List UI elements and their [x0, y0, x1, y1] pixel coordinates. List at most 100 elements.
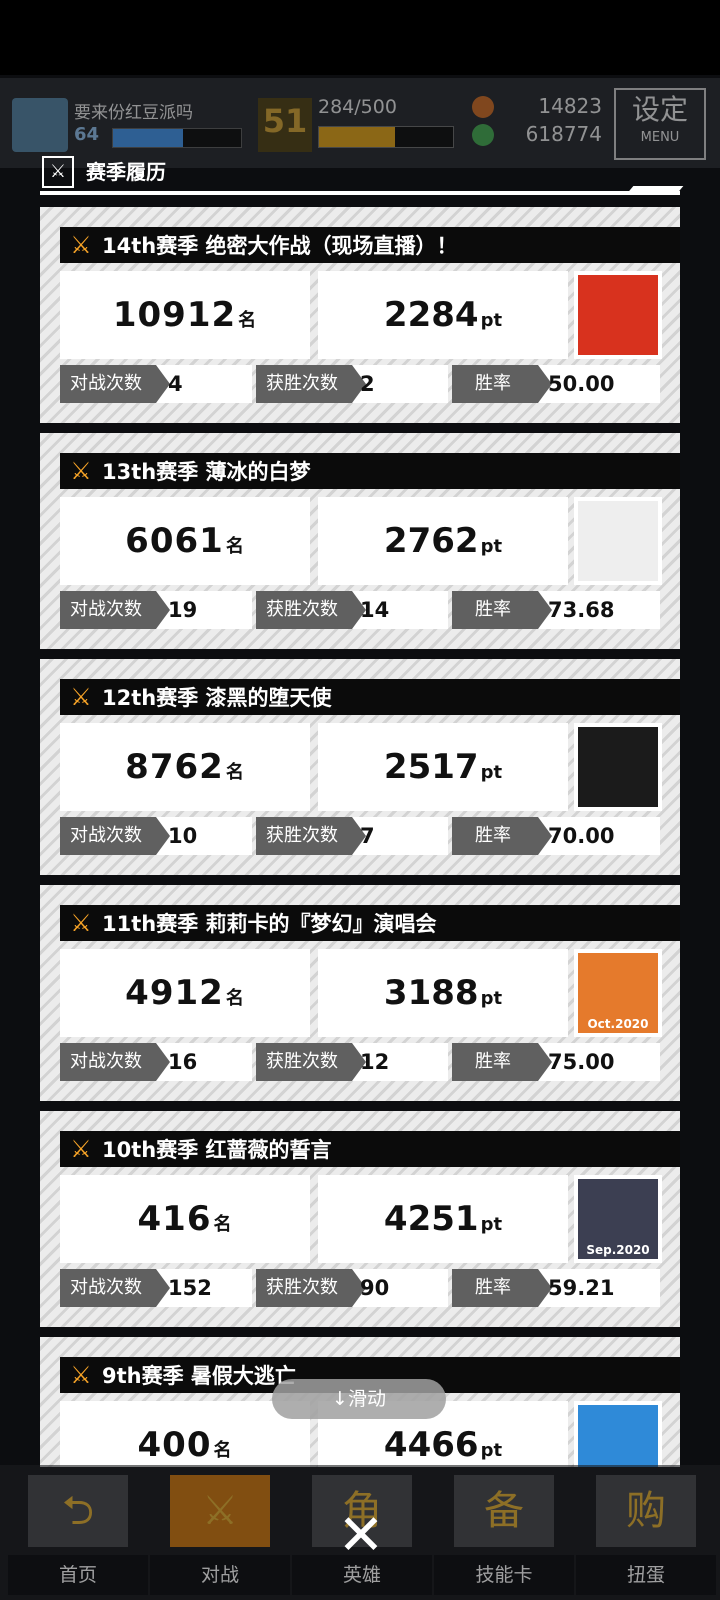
menu-button[interactable]: 设定 MENU	[614, 88, 706, 160]
wins-value: 2	[360, 372, 375, 396]
wins-stat: 获胜次数 12	[256, 1043, 448, 1081]
rank-unit: 名	[225, 988, 245, 1009]
card-icon: 备	[454, 1475, 554, 1547]
season-badge-image	[574, 497, 662, 585]
season-title: 10th赛季 红蔷薇的誓言	[102, 1138, 332, 1162]
season-banner: ⚔ 10th赛季 红蔷薇的誓言	[60, 1131, 680, 1167]
wins-stat: 获胜次数 7	[256, 817, 448, 855]
wins-label: 获胜次数	[256, 1269, 366, 1307]
nav-tab[interactable]: 备技能卡	[434, 1465, 574, 1600]
points-value: 2284	[383, 295, 479, 335]
points-unit: pt	[480, 988, 503, 1009]
nav-tab-label: 对战	[150, 1555, 290, 1595]
season-points: 3188 pt	[318, 949, 568, 1037]
win-rate-label: 胜率	[452, 1269, 552, 1307]
player-level: 64	[74, 124, 100, 145]
season-title: 14th赛季 绝密大作战（现场直播）！	[102, 234, 458, 258]
player-avatar[interactable]	[12, 98, 68, 152]
season-card[interactable]: ⚔ 10th赛季 红蔷薇的誓言 416 名 4251 pt Sep.2020 对战次数 152 获…	[40, 1111, 680, 1327]
heart-badge-icon: Oct.2020	[578, 953, 658, 1033]
rank-value: 416	[137, 1199, 212, 1239]
badge-caption: Sep.2020	[586, 1243, 650, 1257]
rank-value: 8762	[125, 747, 224, 787]
nav-tab-label: 首页	[8, 1555, 148, 1595]
rank-unit: 名	[238, 310, 258, 331]
season-card[interactable]: ⚔ 13th赛季 薄冰的白梦 6061 名 2762 pt 对战次数 19 获胜次数 14 胜率 73…	[40, 433, 680, 649]
season-title: 9th赛季 暑假大逃亡	[102, 1364, 296, 1388]
points-unit: pt	[480, 762, 503, 783]
title-divider	[40, 191, 680, 195]
title-divider-accent	[626, 186, 684, 194]
wins-label: 获胜次数	[256, 365, 366, 403]
points-unit: pt	[480, 310, 503, 331]
season-rank: 6061 名	[60, 497, 310, 585]
crossed-swords-icon: ⚔	[70, 1135, 92, 1163]
battles-value: 10	[168, 824, 198, 848]
gem-icon	[472, 124, 494, 146]
season-badge-image: Oct.2020	[574, 949, 662, 1037]
points-value: 3188	[383, 973, 479, 1013]
season-rank: 10912 名	[60, 271, 310, 359]
battles-stat: 对战次数 152	[60, 1269, 252, 1307]
season-card[interactable]: ⚔ 11th赛季 莉莉卡的『梦幻』演唱会 4912 名 3188 pt Oct.2020 对战…	[40, 885, 680, 1101]
battles-stat: 对战次数 10	[60, 817, 252, 855]
nav-tab-label: 扭蛋	[576, 1555, 716, 1595]
player-header: 要来份红豆派吗 64 51 284/500 14823 618774 设定 ME…	[0, 78, 720, 168]
win-rate-stat: 胜率 70.00	[452, 817, 660, 855]
points-value: 2762	[383, 521, 479, 561]
close-icon[interactable]: ✕	[330, 1505, 392, 1567]
win-rate-label: 胜率	[452, 365, 552, 403]
exp-counter: 284/500	[318, 96, 397, 118]
exp-progress-fill	[319, 127, 396, 147]
points-unit: pt	[480, 1440, 503, 1461]
crossed-swords-icon: ⚔	[70, 1361, 92, 1389]
wins-value: 14	[360, 598, 390, 622]
season-badge-image: Sep.2020	[574, 1175, 662, 1263]
crossed-swords-icon: ⚔	[70, 457, 92, 485]
season-history-list[interactable]: ⚔ 14th赛季 绝密大作战（现场直播）！ 10912 名 2284 pt 对战次数 4 获胜次…	[40, 207, 680, 1467]
player-name: 要来份红豆派吗	[74, 103, 193, 123]
season-title: 12th赛季 漆黑的堕天使	[102, 686, 332, 710]
points-unit: pt	[480, 536, 503, 557]
level-progress-fill	[113, 129, 184, 147]
battles-label: 对战次数	[60, 591, 170, 629]
season-badge-image	[574, 723, 662, 811]
battles-label: 对战次数	[60, 365, 170, 403]
nav-tab[interactable]: ⮌ 首页	[8, 1465, 148, 1600]
gem-count: 618774	[525, 122, 602, 146]
nav-tab[interactable]: 购扭蛋	[576, 1465, 716, 1600]
points-unit: pt	[480, 1214, 503, 1235]
season-card[interactable]: ⚔ 14th赛季 绝密大作战（现场直播）！ 10912 名 2284 pt 对战次数 4 获胜次…	[40, 207, 680, 423]
nav-tab[interactable]: ⚔ 对战	[150, 1465, 290, 1600]
badge-caption: Oct.2020	[587, 1017, 649, 1031]
season-title: 13th赛季 薄冰的白梦	[102, 460, 311, 484]
sunglasses-badge-icon	[578, 1405, 658, 1467]
win-rate-value: 73.68	[548, 598, 615, 622]
win-rate-value: 50.00	[548, 372, 615, 396]
wins-value: 90	[360, 1276, 390, 1300]
season-banner: ⚔ 13th赛季 薄冰的白梦	[60, 453, 680, 489]
battles-value: 152	[168, 1276, 212, 1300]
red-hair-character-icon	[578, 275, 658, 355]
rank-unit: 名	[225, 762, 245, 783]
crossed-swords-icon: ⚔	[70, 231, 92, 259]
season-badge-image	[574, 1401, 662, 1467]
season-points: 4251 pt	[318, 1175, 568, 1263]
nav-tab-label: 技能卡	[434, 1555, 574, 1595]
battles-value: 16	[168, 1050, 198, 1074]
battles-stat: 对战次数 16	[60, 1043, 252, 1081]
scroll-hint: ↓滑动	[272, 1379, 446, 1419]
win-rate-label: 胜率	[452, 591, 552, 629]
wins-value: 12	[360, 1050, 390, 1074]
battles-label: 对战次数	[60, 817, 170, 855]
exp-progress-bar	[318, 126, 454, 148]
crossed-swords-icon: ⚔	[70, 683, 92, 711]
rose-badge-icon: Sep.2020	[578, 1179, 658, 1259]
battles-value: 19	[168, 598, 198, 622]
crossed-swords-icon: ⚔	[70, 909, 92, 937]
wins-stat: 获胜次数 90	[256, 1269, 448, 1307]
season-card[interactable]: ⚔ 12th赛季 漆黑的堕天使 8762 名 2517 pt 对战次数 10 获胜次数 7 胜率 70…	[40, 659, 680, 875]
win-rate-stat: 胜率 59.21	[452, 1269, 660, 1307]
dark-angel-character-icon	[578, 727, 658, 807]
win-rate-value: 75.00	[548, 1050, 615, 1074]
